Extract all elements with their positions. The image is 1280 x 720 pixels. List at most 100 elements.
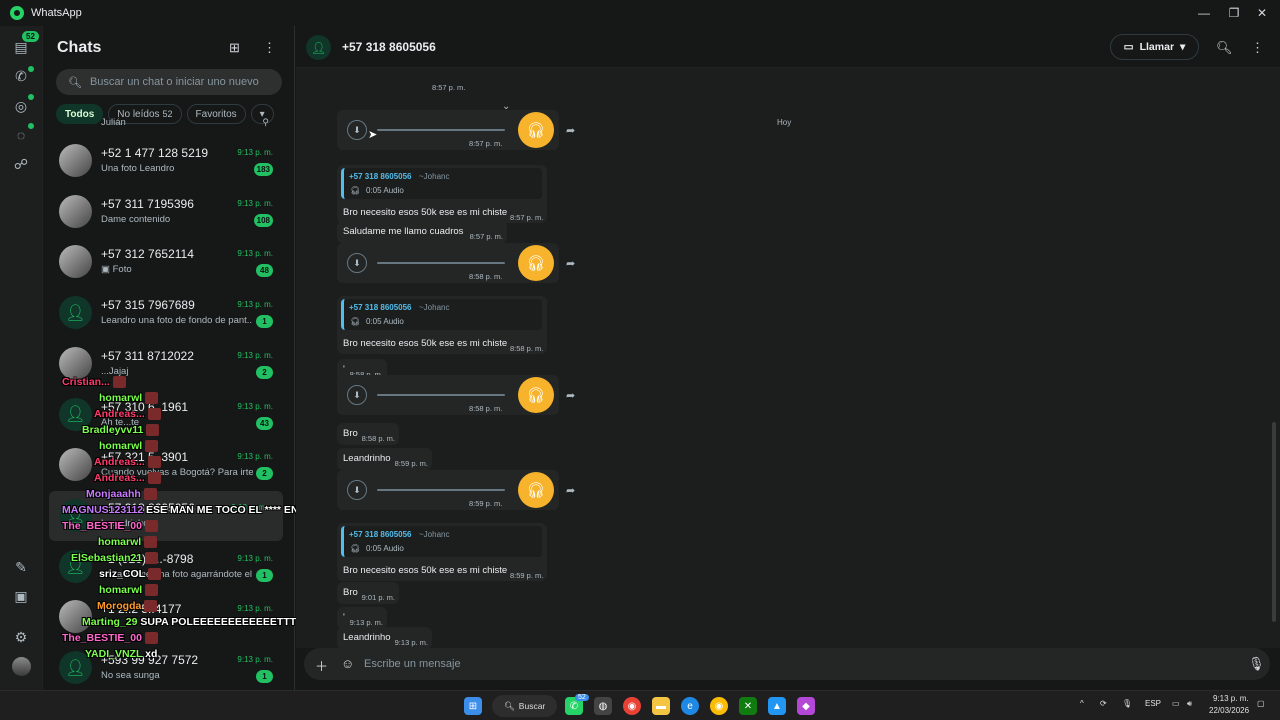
audio-message[interactable]: ⬇ 8:58 p. m. 🎧︎ [337, 375, 559, 415]
overlay-chat-line: Andreas... [94, 472, 161, 485]
forward-icon[interactable]: ➦ [566, 124, 575, 137]
chat-name: +57 311 7195396 [101, 196, 194, 211]
search-icon[interactable]: 🔍︎ [1216, 40, 1233, 56]
message-text: Bro [343, 587, 358, 598]
quoted-message[interactable]: +57 318 8605056 ~Johanc 🎧︎ 0:05 Audio [341, 168, 542, 199]
copilot-icon[interactable]: ◆ [797, 697, 815, 715]
chat-row[interactable]: 👤︎ +57 315 7967689 9:13 p. m. Leandro un… [43, 288, 294, 338]
reply-message[interactable]: +57 318 8605056 ~Johanc 🎧︎ 0:05 Audio Br… [337, 296, 547, 354]
app-taskbar-icon[interactable]: ◍ [594, 697, 612, 715]
media-icon[interactable]: ▣ [11, 586, 31, 606]
edit-icon[interactable]: ✎ [11, 557, 31, 577]
chat-row[interactable]: 👤︎ +1 (920) 4..-8798 9:13 p. m. ...manda… [43, 542, 294, 592]
volume-icon[interactable]: 🔊︎ [1187, 699, 1192, 709]
reply-message[interactable]: +57 318 8605056 ~Johanc 🎧︎ 0:05 Audio Br… [337, 165, 547, 223]
chevron-down-icon[interactable]: ⌄ [502, 101, 510, 112]
reply-message[interactable]: +57 318 8605056 ~Johanc 🎧︎ 0:05 Audio Br… [337, 523, 547, 581]
chat-row[interactable]: +57 321 5..3901 9:13 p. m. Cuando vuelva… [43, 440, 294, 490]
overlay-username: homarwl [99, 584, 143, 596]
overlay-username: Andreas... [94, 456, 145, 468]
chat-name: +57 315 7967689 [101, 298, 195, 313]
overlay-chat-line: sriz_COL [99, 568, 162, 581]
message-time: 8:57 p. m. [510, 213, 544, 222]
mic-icon[interactable]: 🎙︎ [1248, 656, 1265, 672]
mic-tray-icon[interactable]: 🎙︎ [1122, 699, 1132, 708]
chat-row[interactable]: 👤︎ +593 99 927 7572 9:13 p. m. No sea su… [43, 643, 294, 690]
headphones-icon: 🎧︎ [350, 544, 361, 553]
download-icon[interactable]: ⬇ [347, 480, 367, 500]
headphones-icon: 🎧︎ [518, 472, 554, 508]
notification-icon[interactable]: ▢ [1257, 699, 1265, 708]
message-input[interactable] [364, 654, 1214, 674]
call-button[interactable]: ▭ Llamar ▾ [1110, 34, 1199, 60]
chat-row[interactable]: 👤︎ +57 310 6..1961 9:13 p. m. Ah te...te… [43, 390, 294, 440]
forward-icon[interactable]: ➦ [566, 389, 575, 402]
search-input[interactable] [89, 76, 270, 88]
settings-icon[interactable]: ⚙ [11, 627, 31, 647]
profile-avatar[interactable] [12, 657, 31, 676]
clock-date[interactable]: 22/03/2026 [1209, 706, 1249, 715]
chat-row[interactable]: +52 1 477 128 5219 9:13 p. m. Una foto L… [43, 136, 294, 186]
edge-icon[interactable]: e [681, 697, 699, 715]
chat-row-partial[interactable]: Julián ⚲ [43, 117, 294, 131]
emote-icon [145, 440, 159, 453]
scrollbar[interactable] [1272, 422, 1276, 622]
quoted-message[interactable]: +57 318 8605056 ~Johanc 🎧︎ 0:05 Audio [341, 526, 542, 557]
chat-row[interactable]: +57 311 7195396 9:13 p. m. Dame contenid… [43, 187, 294, 237]
overlay-username: The_BESTIE_00 [62, 520, 142, 532]
chat-time: 9:13 p. m. [237, 452, 273, 462]
overlay-chat-line: Marting_29 SUPA POLEEEEEEEEEEEETTTTT [82, 616, 309, 628]
download-icon[interactable]: ⬇ [347, 253, 367, 273]
message-area: Hoy 8:57 p. m. ➦ ⬇ 8:57 p. m. 🎧︎ +57 318 8… [296, 68, 1280, 649]
text-message[interactable]: ' 9:13 p. m. [337, 607, 387, 629]
audio-waveform[interactable] [377, 262, 505, 264]
network-icon[interactable]: ▭ [1172, 699, 1180, 708]
quote-duration: 0:05 Audio [366, 186, 404, 195]
taskbar-search[interactable]: 🔍︎ Buscar [492, 695, 557, 717]
clock-time[interactable]: 9:13 p. m. [1213, 694, 1249, 703]
chevron-up-icon[interactable]: ^ [1080, 699, 1084, 708]
contact-name[interactable]: +57 318 8605056 [342, 40, 436, 54]
text-message[interactable]: Bro 8:58 p. m. [337, 423, 399, 445]
audio-time: 8:58 p. m. [469, 272, 503, 281]
overlay-chat-line: Morogda [97, 600, 158, 613]
menu-icon[interactable]: ⋮ [1251, 40, 1264, 56]
text-message[interactable]: Leandrinho 9:13 p. m. [337, 627, 432, 649]
chat-row[interactable]: +57 312 7652114 9:13 p. m. ▣ Foto 48 [43, 237, 294, 287]
audio-message[interactable]: ⬇ 8:59 p. m. 🎧︎ [337, 470, 559, 510]
chrome-icon[interactable]: ◉ [623, 697, 641, 715]
xbox-icon[interactable]: ✕ [739, 697, 757, 715]
sticker-icon[interactable]: ☺ [341, 656, 354, 671]
file-explorer-icon[interactable]: ▬ [652, 697, 670, 715]
close-window-button[interactable]: ✕ [1244, 0, 1280, 26]
chrome-alt-icon[interactable]: ◉ [710, 697, 728, 715]
photos-icon[interactable]: ▲ [768, 697, 786, 715]
message-text: Bro necesito esos 50k ese es mi chiste [343, 338, 508, 349]
download-icon[interactable]: ⬇ [347, 120, 367, 140]
audio-waveform[interactable] [377, 394, 505, 396]
quoted-message[interactable]: +57 318 8605056 ~Johanc 🎧︎ 0:05 Audio [341, 299, 542, 330]
contact-avatar[interactable]: 👤︎ [306, 35, 331, 60]
plus-icon[interactable]: ＋ [315, 656, 328, 675]
emote-icon [145, 392, 159, 405]
communities-icon[interactable]: ☍ [11, 154, 31, 174]
message-text: Bro necesito esos 50k ese es mi chiste [343, 207, 508, 218]
text-message[interactable]: Leandrinho 8:59 p. m. [337, 448, 432, 470]
taskbar: ⊞ 🔍︎ Buscar ✆ 52 ◍ ◉ ▬ e ◉ ✕ ▲ ◆ ^ ⟳ 🎙︎ E… [0, 690, 1280, 720]
download-icon[interactable]: ⬇ [347, 385, 367, 405]
headphones-icon: 🎧︎ [350, 317, 361, 326]
audio-waveform[interactable] [377, 489, 505, 491]
audio-waveform[interactable] [377, 129, 505, 131]
text-message[interactable]: Saludame me llamo cuadros 8:57 p. m. [337, 221, 507, 243]
forward-icon[interactable]: ➦ [566, 484, 575, 497]
sync-icon[interactable]: ⟳ [1100, 699, 1107, 708]
audio-message[interactable]: ⬇ 8:58 p. m. 🎧︎ [337, 243, 559, 283]
new-chat-icon[interactable]: ⊞ [229, 40, 240, 56]
message-text: Bro necesito esos 50k ese es mi chiste [343, 565, 508, 576]
language-indicator[interactable]: ESP [1145, 699, 1161, 708]
forward-icon[interactable]: ➦ [566, 257, 575, 270]
text-message[interactable]: Bro 9:01 p. m. [337, 582, 399, 604]
overlay-username: homarwl [99, 392, 143, 404]
windows-start-icon[interactable]: ⊞ [464, 697, 482, 715]
menu-icon[interactable]: ⋮ [263, 40, 276, 56]
